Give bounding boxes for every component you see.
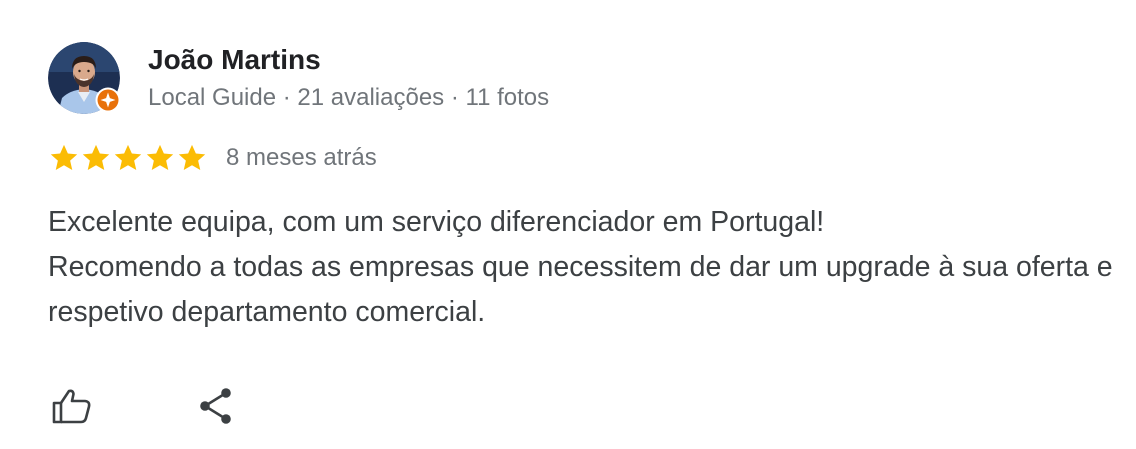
review-date: 8 meses atrás bbox=[226, 144, 377, 171]
star-rating bbox=[48, 142, 208, 174]
review-text-line: Excelente equipa, com um serviço diferen… bbox=[48, 206, 825, 238]
star-icon bbox=[146, 144, 174, 170]
like-button[interactable] bbox=[48, 382, 96, 430]
share-button[interactable] bbox=[193, 382, 241, 430]
star-icon bbox=[82, 144, 110, 170]
star-icon bbox=[114, 144, 142, 170]
star-icon bbox=[178, 144, 206, 170]
review-text-line: Recomendo a todas as empresas que necess… bbox=[48, 251, 1113, 328]
reviewer-meta: Local Guide · 21 avaliações · 11 fotos bbox=[148, 84, 550, 111]
star-icon bbox=[50, 144, 78, 170]
local-guide-badge-icon bbox=[95, 87, 121, 113]
review-card: João Martins Local Guide · 21 avaliações… bbox=[0, 0, 1136, 449]
reviewer-avatar[interactable] bbox=[48, 42, 122, 116]
thumbs-up-icon bbox=[52, 389, 91, 424]
share-icon bbox=[200, 388, 231, 424]
reviewer-name[interactable]: João Martins bbox=[148, 44, 321, 76]
rating-row: 8 meses atrás bbox=[48, 140, 377, 176]
review-text: Excelente equipa, com um serviço diferen… bbox=[48, 200, 1118, 335]
